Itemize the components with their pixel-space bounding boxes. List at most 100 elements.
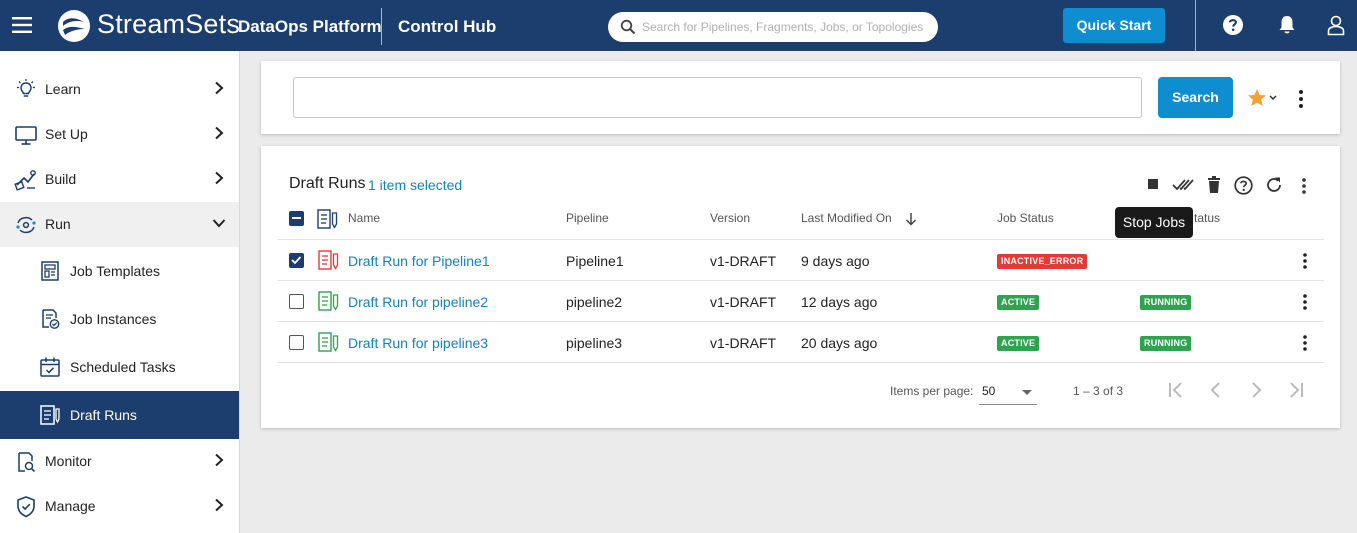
refresh-icon[interactable] — [1265, 176, 1283, 194]
draft-run-name-link[interactable]: Draft Run for pipeline3 — [348, 335, 488, 351]
more-options-icon[interactable] — [1301, 177, 1307, 195]
chevron-right-icon — [215, 498, 224, 512]
shield-icon — [17, 496, 35, 518]
sidebar-item-job-instances[interactable]: Job Instances — [0, 295, 239, 343]
sidebar-item-run[interactable]: Run — [0, 202, 239, 247]
lightbulb-icon — [17, 79, 35, 97]
column-header-version[interactable]: Version — [710, 211, 750, 225]
monitor-search-icon — [18, 452, 36, 473]
version-cell: v1-DRAFT — [710, 335, 777, 351]
row-checkbox[interactable] — [289, 335, 304, 350]
search-panel: Search — [261, 61, 1340, 134]
column-header-name[interactable]: Name — [348, 211, 380, 225]
last-page-icon[interactable] — [1287, 381, 1305, 399]
global-search-input[interactable] — [642, 17, 932, 37]
quick-start-button[interactable]: Quick Start — [1063, 8, 1165, 43]
brand-name: StreamSets — [97, 9, 241, 39]
row-more-icon[interactable] — [1302, 334, 1308, 352]
chevron-right-icon — [215, 81, 224, 95]
column-header-last-modified[interactable]: Last Modified On — [801, 211, 892, 225]
top-bar: StreamSets DataOps Platform Control Hub … — [0, 0, 1357, 51]
pagination-range: 1 – 3 of 3 — [1073, 384, 1124, 398]
version-cell: v1-DRAFT — [710, 294, 777, 310]
items-per-page-select[interactable]: 50 — [979, 381, 1037, 405]
version-cell: v1-DRAFT — [710, 253, 777, 269]
sidebar-subitem-label: Job Instances — [70, 311, 157, 327]
row-checkbox[interactable] — [289, 253, 304, 268]
calendar-icon — [40, 357, 60, 377]
draft-run-active-icon — [318, 332, 339, 352]
sidebar-item-label: Set Up — [45, 126, 88, 142]
table-bottom-border — [277, 362, 1324, 363]
chevron-right-icon — [215, 171, 224, 185]
status-badge: RUNNING — [1140, 336, 1192, 351]
sidebar-divider — [239, 51, 240, 533]
table-row[interactable]: Draft Run for Pipeline1 Pipeline1 v1-DRA… — [277, 239, 1324, 280]
chevron-right-icon — [215, 453, 224, 467]
monitor-icon — [15, 126, 37, 145]
streamsets-logo — [58, 10, 90, 42]
job-instance-icon — [42, 309, 60, 329]
select-all-checkbox[interactable] — [289, 211, 304, 226]
job-status-badge: ACTIVE — [997, 295, 1040, 310]
sidebar-item-label: Manage — [45, 498, 96, 514]
first-page-icon[interactable] — [1167, 381, 1185, 399]
delete-icon[interactable] — [1207, 176, 1221, 194]
sidebar-item-label: Run — [45, 216, 71, 232]
run-icon — [16, 216, 36, 234]
next-page-icon[interactable] — [1247, 381, 1265, 399]
panel-title: Draft Runs — [289, 175, 366, 192]
sidebar-item-manage[interactable]: Manage — [0, 484, 239, 529]
sidebar-item-draft-runs[interactable]: Draft Runs — [0, 391, 239, 439]
sidebar-item-label: Build — [45, 171, 77, 187]
row-more-icon[interactable] — [1302, 252, 1308, 270]
last-modified-cell: 20 days ago — [801, 335, 878, 351]
user-icon[interactable] — [1326, 14, 1346, 36]
build-icon — [14, 170, 36, 191]
table-row[interactable]: Draft Run for pipeline2 pipeline2 v1-DRA… — [277, 280, 1324, 321]
global-search[interactable] — [608, 12, 938, 42]
stop-icon[interactable] — [1147, 178, 1159, 190]
sidebar-item-learn[interactable]: Learn — [0, 67, 239, 112]
draft-runs-panel: Draft Runs 1 item selected Name Pipeline… — [261, 146, 1340, 428]
star-icon[interactable] — [1247, 88, 1279, 108]
bell-icon[interactable] — [1277, 14, 1297, 36]
items-per-page-label: Items per page: — [890, 384, 974, 398]
draft-run-icon — [317, 209, 338, 229]
row-more-icon[interactable] — [1302, 293, 1308, 311]
table-row[interactable]: Draft Run for pipeline3 pipeline3 v1-DRA… — [277, 321, 1324, 362]
draft-run-active-icon — [318, 291, 339, 311]
sidebar-item-monitor[interactable]: Monitor — [0, 439, 239, 484]
dropdown-arrow-icon — [1022, 390, 1032, 395]
column-header-pipeline[interactable]: Pipeline — [566, 211, 609, 225]
draft-runs-search-input[interactable] — [293, 77, 1142, 118]
sidebar-item-job-templates[interactable]: Job Templates — [0, 247, 239, 295]
job-status-badge: ACTIVE — [997, 336, 1040, 351]
chevron-right-icon — [215, 126, 224, 140]
column-header-status[interactable]: tatus — [1194, 211, 1220, 225]
row-checkbox[interactable] — [289, 294, 304, 309]
sidebar-item-setup[interactable]: Set Up — [0, 112, 239, 157]
header-divider-right — [1195, 0, 1196, 51]
sidebar-item-build[interactable]: Build — [0, 157, 239, 202]
stop-jobs-tooltip: Stop Jobs — [1115, 207, 1193, 238]
help-icon[interactable] — [1222, 14, 1244, 36]
platform-name: DataOps Platform — [238, 17, 382, 36]
draft-run-name-link[interactable]: Draft Run for Pipeline1 — [348, 253, 490, 269]
more-options-icon[interactable] — [1298, 89, 1304, 109]
sidebar: Learn Set Up Build Run Job Templates Job… — [0, 51, 239, 533]
previous-page-icon[interactable] — [1207, 381, 1225, 399]
hamburger-icon[interactable] — [12, 16, 32, 34]
pipeline-cell: Pipeline1 — [566, 253, 624, 269]
sort-down-icon[interactable] — [905, 212, 917, 226]
acknowledge-icon[interactable] — [1172, 175, 1194, 193]
help-circle-icon[interactable] — [1234, 176, 1253, 195]
search-button[interactable]: Search — [1158, 77, 1233, 118]
draft-run-name-link[interactable]: Draft Run for pipeline2 — [348, 294, 488, 310]
last-modified-cell: 9 days ago — [801, 253, 870, 269]
job-status-badge: INACTIVE_ERROR — [997, 254, 1088, 269]
job-template-icon — [41, 261, 59, 281]
sidebar-item-scheduled-tasks[interactable]: Scheduled Tasks — [0, 343, 239, 391]
items-per-page-value: 50 — [982, 384, 996, 398]
column-header-job-status[interactable]: Job Status — [997, 211, 1054, 225]
